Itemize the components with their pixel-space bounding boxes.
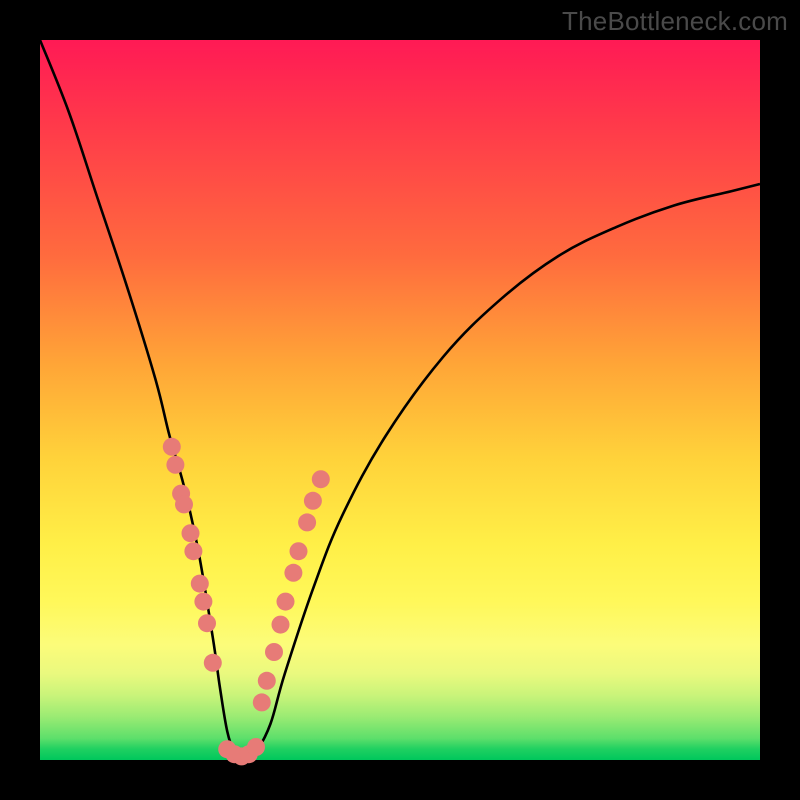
sample-dot	[175, 495, 193, 513]
sample-dot	[253, 693, 271, 711]
chart-frame: TheBottleneck.com	[0, 0, 800, 800]
sample-dot	[194, 593, 212, 611]
sample-dot	[265, 643, 283, 661]
sample-dot	[304, 492, 322, 510]
sample-dot	[191, 575, 209, 593]
sample-dot	[298, 513, 316, 531]
sample-dot	[284, 564, 302, 582]
sample-dot	[247, 738, 265, 756]
sample-dot	[312, 470, 330, 488]
bottleneck-curve-path	[40, 40, 760, 761]
sample-dot	[204, 654, 222, 672]
sample-dot	[198, 614, 216, 632]
sample-dot	[163, 438, 181, 456]
sample-dots	[163, 438, 330, 766]
bottleneck-curve	[40, 40, 760, 761]
sample-dot	[290, 542, 308, 560]
sample-dot	[272, 616, 290, 634]
watermark-text: TheBottleneck.com	[562, 6, 788, 37]
sample-dot	[166, 456, 184, 474]
sample-dot	[184, 542, 202, 560]
sample-dot	[258, 672, 276, 690]
plot-area	[40, 40, 760, 760]
sample-dot	[277, 593, 295, 611]
curve-svg	[40, 40, 760, 760]
sample-dot	[182, 524, 200, 542]
